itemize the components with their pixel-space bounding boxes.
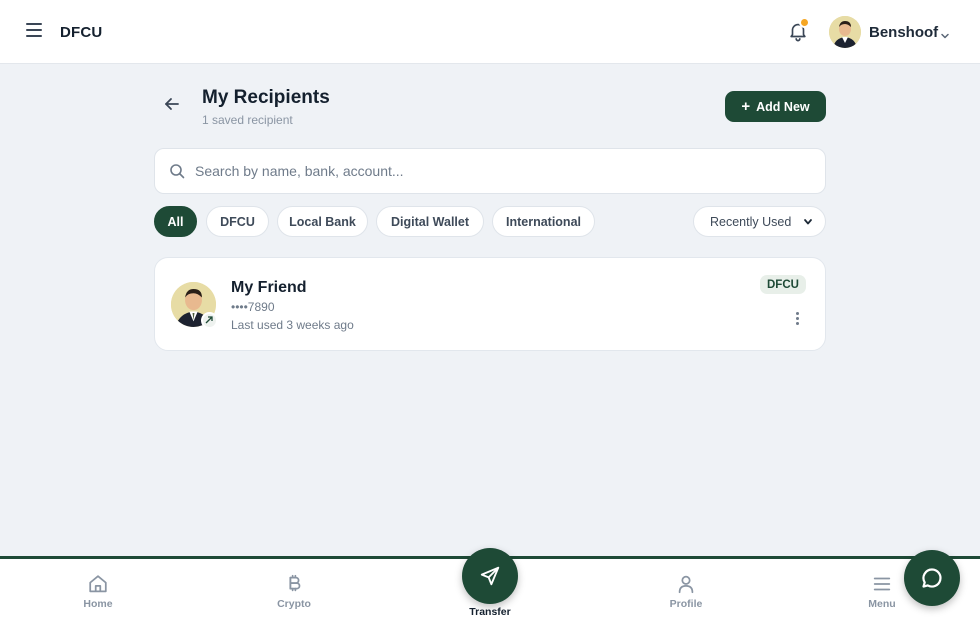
sort-selected-value: Recently Used: [710, 215, 792, 229]
filter-chip-digital-wallet[interactable]: Digital Wallet: [376, 206, 484, 237]
filter-chip-dfcu[interactable]: DFCU: [206, 206, 269, 237]
hamburger-menu-icon[interactable]: [26, 23, 42, 37]
recipient-count: 1 saved recipient: [202, 113, 293, 127]
nav-crypto-label: Crypto: [277, 598, 311, 610]
nav-home-label: Home: [83, 598, 113, 610]
menu-icon: [873, 577, 891, 591]
user-avatar[interactable]: [829, 16, 861, 48]
brand-name: DFCU: [60, 24, 103, 41]
user-name[interactable]: Benshoof: [869, 24, 938, 41]
add-new-button[interactable]: + Add New: [725, 91, 826, 122]
page-title: My Recipients: [202, 87, 330, 108]
recipient-account: ••••7890: [231, 300, 275, 314]
send-icon: [480, 566, 500, 586]
filter-chip-local-bank[interactable]: Local Bank: [277, 206, 368, 237]
nav-transfer-label[interactable]: Transfer: [445, 606, 535, 618]
user-icon: [678, 575, 694, 594]
bitcoin-icon: [289, 574, 301, 592]
bank-tag: DFCU: [760, 275, 806, 294]
filter-chip-international[interactable]: International: [492, 206, 595, 237]
chat-support-button[interactable]: [904, 550, 960, 606]
search-bar[interactable]: [154, 148, 826, 194]
search-icon: [169, 163, 185, 179]
plus-icon: +: [741, 98, 751, 115]
sort-dropdown[interactable]: Recently Used: [693, 206, 826, 237]
more-options-icon[interactable]: [789, 308, 805, 328]
search-input[interactable]: [195, 159, 805, 183]
filter-chip-all[interactable]: All: [154, 206, 197, 237]
notification-dot: [799, 17, 810, 28]
add-new-label: Add New: [756, 99, 810, 114]
bank-badge-icon: [201, 312, 218, 329]
chevron-down-icon: [804, 219, 812, 225]
top-header: DFCU Benshoof: [0, 0, 980, 64]
recipient-name: My Friend: [231, 279, 307, 296]
nav-profile-label: Profile: [669, 598, 703, 610]
home-icon: [89, 575, 107, 593]
recipient-last-used: Last used 3 weeks ago: [231, 318, 354, 332]
recipient-card[interactable]: My Friend ••••7890 Last used 3 weeks ago…: [154, 257, 826, 351]
nav-home[interactable]: Home: [53, 573, 143, 610]
nav-profile[interactable]: Profile: [641, 573, 731, 610]
nav-crypto[interactable]: Crypto: [249, 573, 339, 610]
transfer-button[interactable]: [462, 548, 518, 604]
back-arrow-icon[interactable]: [162, 94, 182, 114]
chevron-down-icon[interactable]: [940, 27, 950, 39]
chat-bubble-icon: [922, 568, 942, 588]
